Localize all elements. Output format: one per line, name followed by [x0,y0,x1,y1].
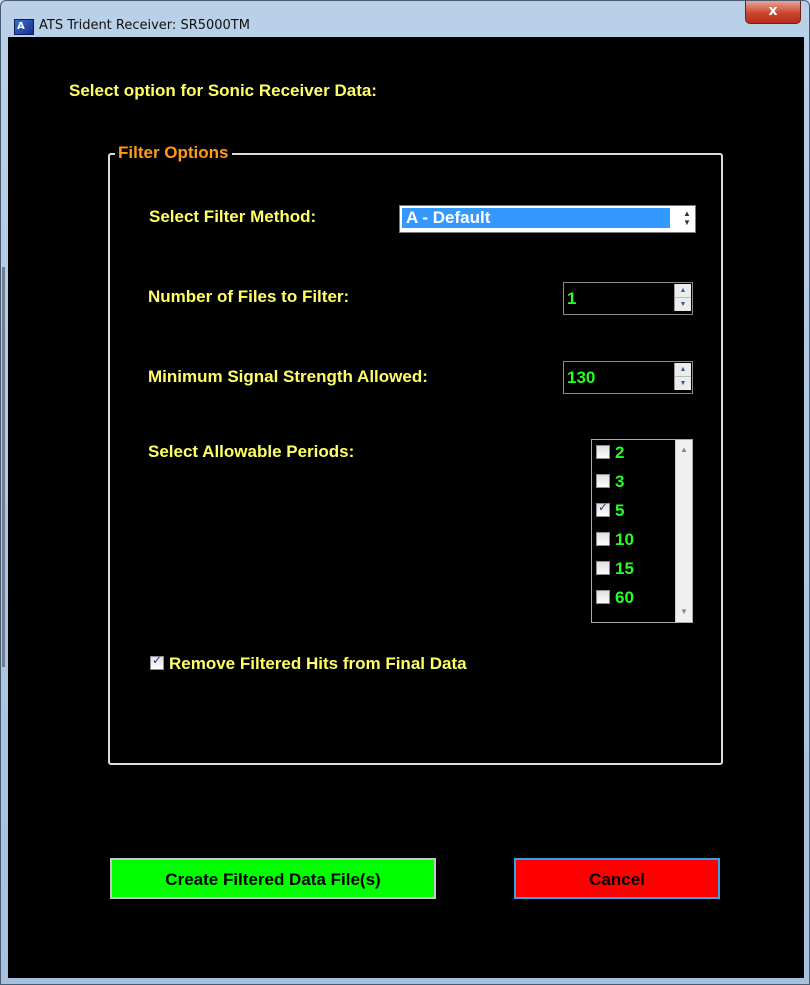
checkbox[interactable] [596,531,610,546]
filter-method-value: A - Default [402,208,670,228]
page-heading: Select option for Sonic Receiver Data: [69,81,377,100]
cancel-button[interactable]: Cancel [514,858,720,899]
scroll-up-icon[interactable]: ▲ [676,442,692,458]
title-bar[interactable]: A ATS Trident Receiver: SR5000TM x [1,1,809,37]
spin-down-icon[interactable]: ▼ [675,298,691,311]
checkbox[interactable] [596,560,610,575]
checkbox[interactable] [596,444,610,459]
period-item-15[interactable]: 15 [596,559,634,587]
checkbox[interactable] [596,473,610,488]
create-filtered-button[interactable]: Create Filtered Data File(s) [110,858,436,899]
dialog-window: A ATS Trident Receiver: SR5000TM x Selec… [0,0,810,985]
combo-arrows-icon[interactable]: ▲ ▼ [681,209,693,228]
periods-listbox[interactable]: 2 3 5 10 15 60 ▲ ▼ [591,439,693,623]
min-signal-spinner[interactable]: 130 ▲ ▼ [563,361,693,394]
filter-method-label: Select Filter Method: [149,207,317,226]
min-signal-updown[interactable]: ▲ ▼ [674,363,691,390]
remove-filtered-checkbox[interactable] [150,653,164,670]
num-files-label: Number of Files to Filter: [148,287,350,306]
period-item-60[interactable]: 60 [596,588,634,616]
period-item-5[interactable]: 5 [596,500,624,529]
periods-label: Select Allowable Periods: [148,442,355,461]
num-files-value: 1 [567,289,577,308]
remove-filtered-label: Remove Filtered Hits from Final Data [169,654,467,673]
checkbox[interactable] [596,589,610,604]
window-left-border [1,37,8,978]
min-signal-label: Minimum Signal Strength Allowed: [148,367,428,386]
periods-scrollbar[interactable]: ▲ ▼ [675,440,692,622]
dialog-body: Select option for Sonic Receiver Data: F… [8,37,804,978]
scroll-down-icon[interactable]: ▼ [676,604,692,620]
period-item-3[interactable]: 3 [596,472,624,500]
spin-down-icon[interactable]: ▼ [675,377,691,390]
close-button[interactable]: x [745,1,801,24]
window-title: ATS Trident Receiver: SR5000TM [39,18,250,33]
num-files-updown[interactable]: ▲ ▼ [674,284,691,311]
filter-options-legend: Filter Options [115,143,232,163]
remove-filtered-checkbox-row[interactable]: Remove Filtered Hits from Final Data [150,653,467,674]
filter-method-select[interactable]: A - Default ▲ ▼ [399,205,696,233]
ats-logo-icon: A [14,19,34,35]
checkbox-checked[interactable] [596,500,610,517]
spin-up-icon[interactable]: ▲ [675,363,691,377]
num-files-spinner[interactable]: 1 ▲ ▼ [563,282,693,315]
spin-up-icon[interactable]: ▲ [675,284,691,298]
min-signal-value: 130 [567,368,596,387]
period-item-10[interactable]: 10 [596,530,634,558]
period-item-2[interactable]: 2 [596,443,624,471]
